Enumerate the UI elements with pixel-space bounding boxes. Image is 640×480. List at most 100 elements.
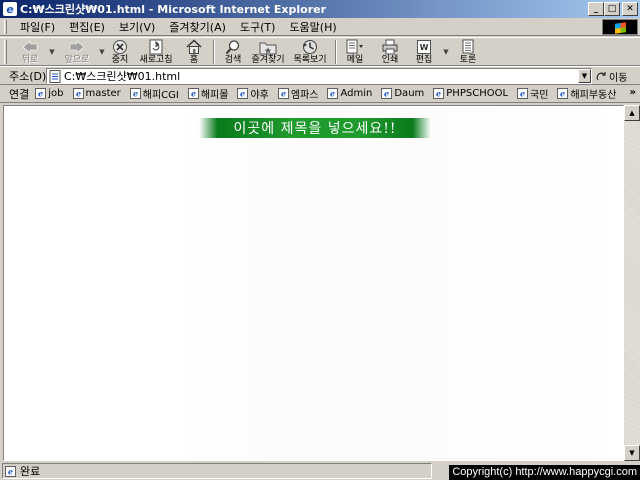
menu-file[interactable]: 파일(F): [13, 19, 62, 35]
refresh-label: 새로고침: [139, 55, 173, 65]
svg-text:e: e: [384, 89, 389, 99]
address-field[interactable]: ▼: [46, 68, 592, 84]
address-input[interactable]: [64, 69, 574, 83]
ie-link-icon: e: [517, 88, 529, 99]
link-item-kookmin[interactable]: e 국민: [517, 86, 548, 101]
link-label: master: [85, 88, 121, 99]
refresh-icon: [149, 39, 163, 55]
standard-toolbar: 뒤로 ▼ 앞으로 ▼ 중지 새로고침 홈 검색 즐겨찾기 목록보기 메일 인쇄 …: [0, 37, 640, 66]
forward-dropdown[interactable]: ▼: [97, 38, 107, 66]
ie-icon: e: [3, 2, 17, 16]
history-button[interactable]: 목록보기: [289, 38, 331, 66]
toolbar-grip[interactable]: [4, 40, 7, 64]
menu-tools[interactable]: 도구(T): [233, 19, 283, 35]
svg-text:e: e: [330, 89, 335, 99]
link-item-happy-realestate[interactable]: e 해피부동산: [557, 86, 616, 101]
stop-label: 중지: [111, 55, 129, 65]
svg-text:e: e: [133, 89, 138, 99]
maximize-button[interactable]: □: [604, 2, 620, 16]
toolbar-separator: [335, 40, 337, 64]
link-label: 엠파스: [290, 90, 319, 101]
page-content: 이곳에 제목을 넣으세요!!: [3, 105, 624, 461]
ie-link-icon: e: [277, 88, 289, 99]
menu-edit[interactable]: 편집(E): [62, 19, 112, 35]
scroll-down-button[interactable]: ▼: [624, 445, 640, 461]
link-item-master[interactable]: e master: [72, 88, 121, 99]
home-button[interactable]: 홈: [179, 38, 209, 66]
back-label: 뒤로: [21, 55, 39, 65]
ie-link-icon: e: [433, 88, 445, 99]
back-dropdown[interactable]: ▼: [47, 38, 57, 66]
mail-button[interactable]: 메일: [341, 38, 369, 66]
svg-text:e: e: [281, 89, 286, 99]
stop-button[interactable]: 중지: [107, 38, 133, 66]
go-arrow-icon: [596, 72, 606, 81]
link-item-empas[interactable]: e 엠파스: [277, 86, 319, 101]
ie-link-icon: e: [72, 88, 84, 99]
search-label: 검색: [224, 55, 242, 65]
forward-label: 앞으로: [64, 55, 90, 65]
svg-text:W: W: [420, 43, 429, 52]
ie-link-icon: e: [187, 88, 199, 99]
go-button[interactable]: 이동: [596, 69, 627, 84]
toolbar-grip[interactable]: [4, 19, 7, 34]
forward-button[interactable]: 앞으로: [57, 38, 97, 66]
link-item-admin[interactable]: e Admin: [327, 88, 372, 99]
minimize-button[interactable]: _: [588, 2, 604, 16]
link-label: 해피부동산: [570, 90, 617, 101]
svg-text:e: e: [38, 89, 43, 99]
svg-text:e: e: [436, 89, 441, 99]
edit-icon: W: [416, 39, 432, 55]
ie-link-icon: e: [35, 88, 47, 99]
discuss-button[interactable]: 토론: [455, 38, 481, 66]
link-item-yahoo[interactable]: e 야후: [237, 86, 269, 101]
edit-label: 편집: [415, 55, 433, 65]
menu-favorites[interactable]: 즐겨찾기(A): [162, 19, 233, 35]
home-icon: [186, 39, 202, 55]
svg-text:e: e: [8, 466, 13, 476]
link-item-happycgi[interactable]: e 해피CGI: [129, 86, 179, 101]
copyright-watermark: Copyright(c) http://www.happycgi.com: [449, 465, 640, 480]
edit-button[interactable]: W 편집: [411, 38, 437, 66]
svg-text:e: e: [75, 89, 80, 99]
toolbar-separator: [213, 40, 215, 64]
ie-link-icon: e: [237, 88, 249, 99]
chevron-right-icon[interactable]: »: [630, 87, 636, 98]
page-done-icon: e: [5, 465, 16, 477]
close-button[interactable]: ✕: [622, 2, 638, 16]
link-label: 야후: [250, 90, 269, 101]
print-label: 인쇄: [381, 55, 399, 65]
windows-logo-icon: [602, 19, 638, 35]
ie-link-icon: e: [129, 88, 141, 99]
links-bar: 연결 e job e master e 해피CGI e 해피몰 e 야후 e 엠…: [0, 85, 640, 103]
window-controls: _ □ ✕: [588, 2, 638, 16]
menu-bar: 파일(F) 편집(E) 보기(V) 즐겨찾기(A) 도구(T) 도움말(H): [0, 18, 640, 36]
scroll-track[interactable]: [624, 121, 640, 445]
edit-dropdown[interactable]: ▼: [437, 38, 455, 66]
print-button[interactable]: 인쇄: [369, 38, 411, 66]
stop-icon: [112, 39, 128, 55]
link-item-daum[interactable]: e Daum: [381, 88, 424, 99]
link-label: PHPSCHOOL: [446, 88, 509, 99]
mail-label: 메일: [346, 55, 364, 65]
svg-text:e: e: [191, 89, 196, 99]
back-button[interactable]: 뒤로: [13, 38, 47, 66]
document-icon: [49, 69, 61, 83]
favorites-button[interactable]: 즐겨찾기: [247, 38, 289, 66]
menu-help[interactable]: 도움말(H): [282, 19, 343, 35]
link-item-happymall[interactable]: e 해피몰: [187, 86, 228, 101]
menu-view[interactable]: 보기(V): [112, 19, 162, 35]
history-label: 목록보기: [293, 55, 327, 65]
refresh-button[interactable]: 새로고침: [133, 38, 179, 66]
link-label: 국민: [530, 90, 549, 101]
scroll-up-button[interactable]: ▲: [624, 105, 640, 121]
vertical-scrollbar[interactable]: ▲ ▼: [624, 105, 640, 461]
search-button[interactable]: 검색: [219, 38, 247, 66]
link-item-phpschool[interactable]: e PHPSCHOOL: [433, 88, 508, 99]
status-text: 완료: [20, 465, 41, 478]
svg-text:e: e: [560, 89, 565, 99]
favorites-label: 즐겨찾기: [251, 55, 285, 65]
address-dropdown-button[interactable]: ▼: [578, 69, 591, 83]
links-label: 연결: [9, 87, 30, 101]
link-item-job[interactable]: e job: [35, 88, 64, 99]
